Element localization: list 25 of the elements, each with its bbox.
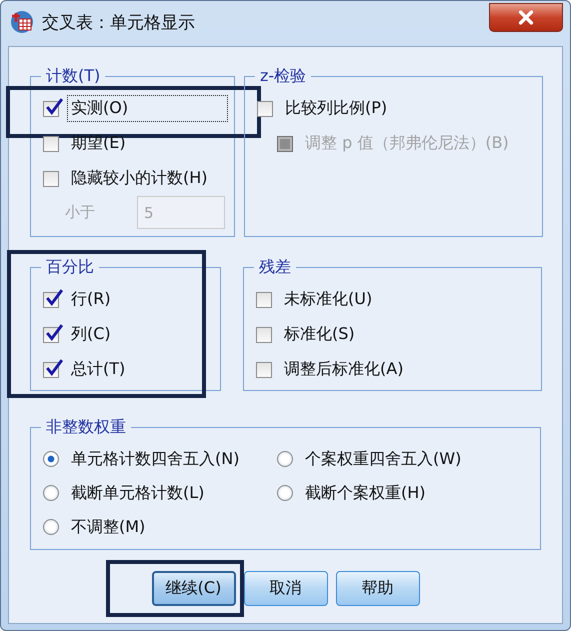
- window-title: 交叉表：单元格显示: [42, 12, 195, 34]
- group-title: 非整数权重: [45, 417, 127, 438]
- checkbox-label[interactable]: 比较列比例(P): [281, 95, 392, 122]
- dialog-button[interactable]: 取消: [244, 571, 328, 606]
- checkbox-label[interactable]: 总计(T): [67, 356, 130, 383]
- checkbox-label[interactable]: 行(R): [67, 286, 115, 313]
- group-title: 残差: [258, 257, 292, 278]
- radio-label[interactable]: 不调整(M): [67, 514, 150, 540]
- radio-label[interactable]: 单元格计数四舍五入(N): [67, 446, 244, 472]
- group-title: z-检验: [259, 66, 308, 87]
- dialog-button[interactable]: 帮助: [336, 571, 420, 606]
- radio-label[interactable]: 截断单元格计数(L): [67, 480, 208, 506]
- dialog-button[interactable]: 继续(C): [152, 571, 236, 606]
- checkbox-label[interactable]: 调整后标准化(A): [280, 356, 408, 383]
- checkbox-label[interactable]: 实测(O): [67, 95, 228, 122]
- checkbox-label[interactable]: 期望(E): [67, 130, 130, 157]
- group-title: 百分比: [45, 257, 95, 278]
- checkbox-label[interactable]: 标准化(S): [280, 321, 359, 348]
- checkbox-label[interactable]: 未标准化(U): [280, 286, 376, 313]
- radio-label[interactable]: 截断个案权重(H): [301, 480, 430, 506]
- checkbox-label[interactable]: 列(C): [67, 321, 115, 348]
- checkbox-label[interactable]: 隐藏较小的计数(H): [67, 165, 212, 192]
- group-title: 计数(T): [45, 66, 102, 87]
- radio-label[interactable]: 个案权重四舍五入(W): [301, 446, 466, 472]
- field-label: 小于: [65, 203, 96, 222]
